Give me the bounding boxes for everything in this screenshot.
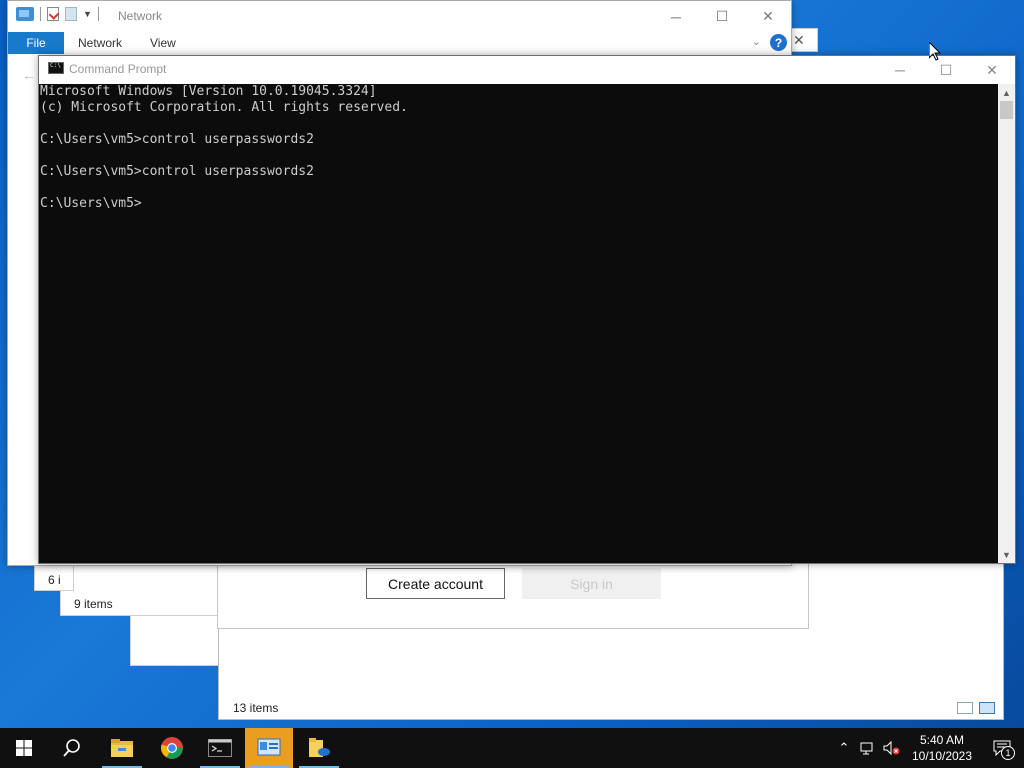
taskbar-command-prompt[interactable] bbox=[196, 728, 244, 768]
console-line: C:\Users\vm5>control userpasswords2 bbox=[40, 164, 314, 179]
divider bbox=[97, 7, 99, 21]
caption-buttons: ─ ☐ ✕ bbox=[877, 56, 1015, 84]
ribbon-tabs: File Network View ⌄ ? bbox=[8, 32, 791, 54]
taskbar-file-explorer[interactable] bbox=[98, 728, 146, 768]
quick-access-toolbar: ▼ bbox=[16, 7, 99, 21]
tab-network[interactable]: Network bbox=[78, 36, 122, 50]
search-button[interactable] bbox=[48, 728, 96, 768]
sign-in-button[interactable]: Sign in bbox=[522, 568, 661, 599]
scroll-down-icon[interactable]: ▼ bbox=[998, 546, 1015, 563]
minimize-button[interactable]: ─ bbox=[653, 1, 699, 32]
command-prompt-icon bbox=[48, 62, 64, 74]
close-button[interactable]: ✕ bbox=[745, 1, 791, 32]
tab-view[interactable]: View bbox=[150, 36, 176, 50]
taskbar: ⌃ 5:40 AM 10/10/2023 1 bbox=[0, 728, 1024, 768]
console-line: C:\Users\vm5>control userpasswords2 bbox=[40, 132, 314, 147]
clock[interactable]: 5:40 AM 10/10/2023 bbox=[904, 732, 980, 764]
title-bar: Command Prompt ─ ☐ ✕ bbox=[39, 56, 1015, 84]
background-explorer-window: 9 items bbox=[60, 560, 230, 616]
console-line: (c) Microsoft Corporation. All rights re… bbox=[40, 100, 408, 115]
onedrive-folder-icon bbox=[309, 738, 330, 757]
minimize-button[interactable]: ─ bbox=[877, 56, 923, 84]
tab-file[interactable]: File bbox=[8, 32, 64, 54]
volume-muted-icon[interactable] bbox=[880, 728, 904, 768]
help-icon[interactable]: ? bbox=[770, 34, 787, 51]
status-item-count: 9 items bbox=[74, 597, 113, 611]
new-folder-icon[interactable] bbox=[65, 7, 77, 21]
background-window-edge: ✕ bbox=[790, 28, 818, 52]
details-view-icon[interactable] bbox=[957, 702, 973, 714]
chevron-down-icon[interactable]: ▼ bbox=[83, 9, 92, 19]
control-panel-icon bbox=[257, 738, 281, 756]
scroll-thumb[interactable] bbox=[1000, 101, 1013, 119]
windows-logo-icon bbox=[16, 740, 32, 756]
view-toggle bbox=[957, 702, 995, 714]
taskbar-control-panel[interactable] bbox=[245, 728, 293, 768]
account-dialog: Create account Sign in bbox=[217, 560, 809, 629]
status-item-count: 13 items bbox=[233, 701, 279, 715]
console-line: Microsoft Windows [Version 10.0.19045.33… bbox=[40, 84, 377, 99]
taskbar-onedrive-folder[interactable] bbox=[295, 728, 343, 768]
create-account-button[interactable]: Create account bbox=[366, 568, 505, 599]
show-hidden-icons-icon[interactable]: ⌃ bbox=[832, 728, 856, 768]
expand-ribbon-icon[interactable]: ⌄ bbox=[752, 35, 761, 48]
caption-buttons: ─ ☐ ✕ bbox=[653, 1, 791, 32]
action-center-button[interactable]: 1 bbox=[980, 728, 1024, 768]
window-title: Network bbox=[118, 9, 163, 23]
maximize-button[interactable]: ☐ bbox=[699, 1, 745, 32]
console-output[interactable]: Microsoft Windows [Version 10.0.19045.33… bbox=[39, 84, 998, 563]
window-title: Command Prompt bbox=[69, 62, 167, 76]
command-prompt-icon bbox=[208, 739, 232, 757]
taskbar-chrome[interactable] bbox=[148, 728, 196, 768]
system-tray: ⌃ 5:40 AM 10/10/2023 1 bbox=[832, 728, 1024, 768]
close-button[interactable]: ✕ bbox=[969, 56, 1015, 84]
console-prompt[interactable]: C:\Users\vm5> bbox=[40, 196, 998, 212]
command-prompt-window: Command Prompt ─ ☐ ✕ Microsoft Windows [… bbox=[38, 55, 1016, 564]
clock-time: 5:40 AM bbox=[919, 733, 965, 747]
file-explorer-icon bbox=[111, 739, 133, 757]
large-icons-view-icon[interactable] bbox=[979, 702, 995, 714]
divider bbox=[40, 7, 41, 21]
title-bar: ▼ Network ─ ☐ ✕ bbox=[8, 1, 791, 32]
network-icon[interactable] bbox=[856, 728, 880, 768]
vertical-scrollbar[interactable]: ▲ ▼ bbox=[998, 84, 1015, 563]
start-button[interactable] bbox=[0, 728, 48, 768]
back-arrow-icon[interactable]: ← bbox=[22, 67, 36, 83]
properties-icon[interactable] bbox=[47, 7, 59, 21]
scroll-up-icon[interactable]: ▲ bbox=[998, 84, 1015, 101]
chrome-icon bbox=[160, 737, 183, 759]
close-icon: ✕ bbox=[793, 32, 805, 48]
status-item-count: 6 i bbox=[48, 573, 61, 587]
notification-count-badge: 1 bbox=[1001, 746, 1015, 760]
search-icon bbox=[63, 739, 80, 757]
clock-date: 10/10/2023 bbox=[911, 749, 973, 763]
network-folder-icon bbox=[16, 7, 34, 21]
